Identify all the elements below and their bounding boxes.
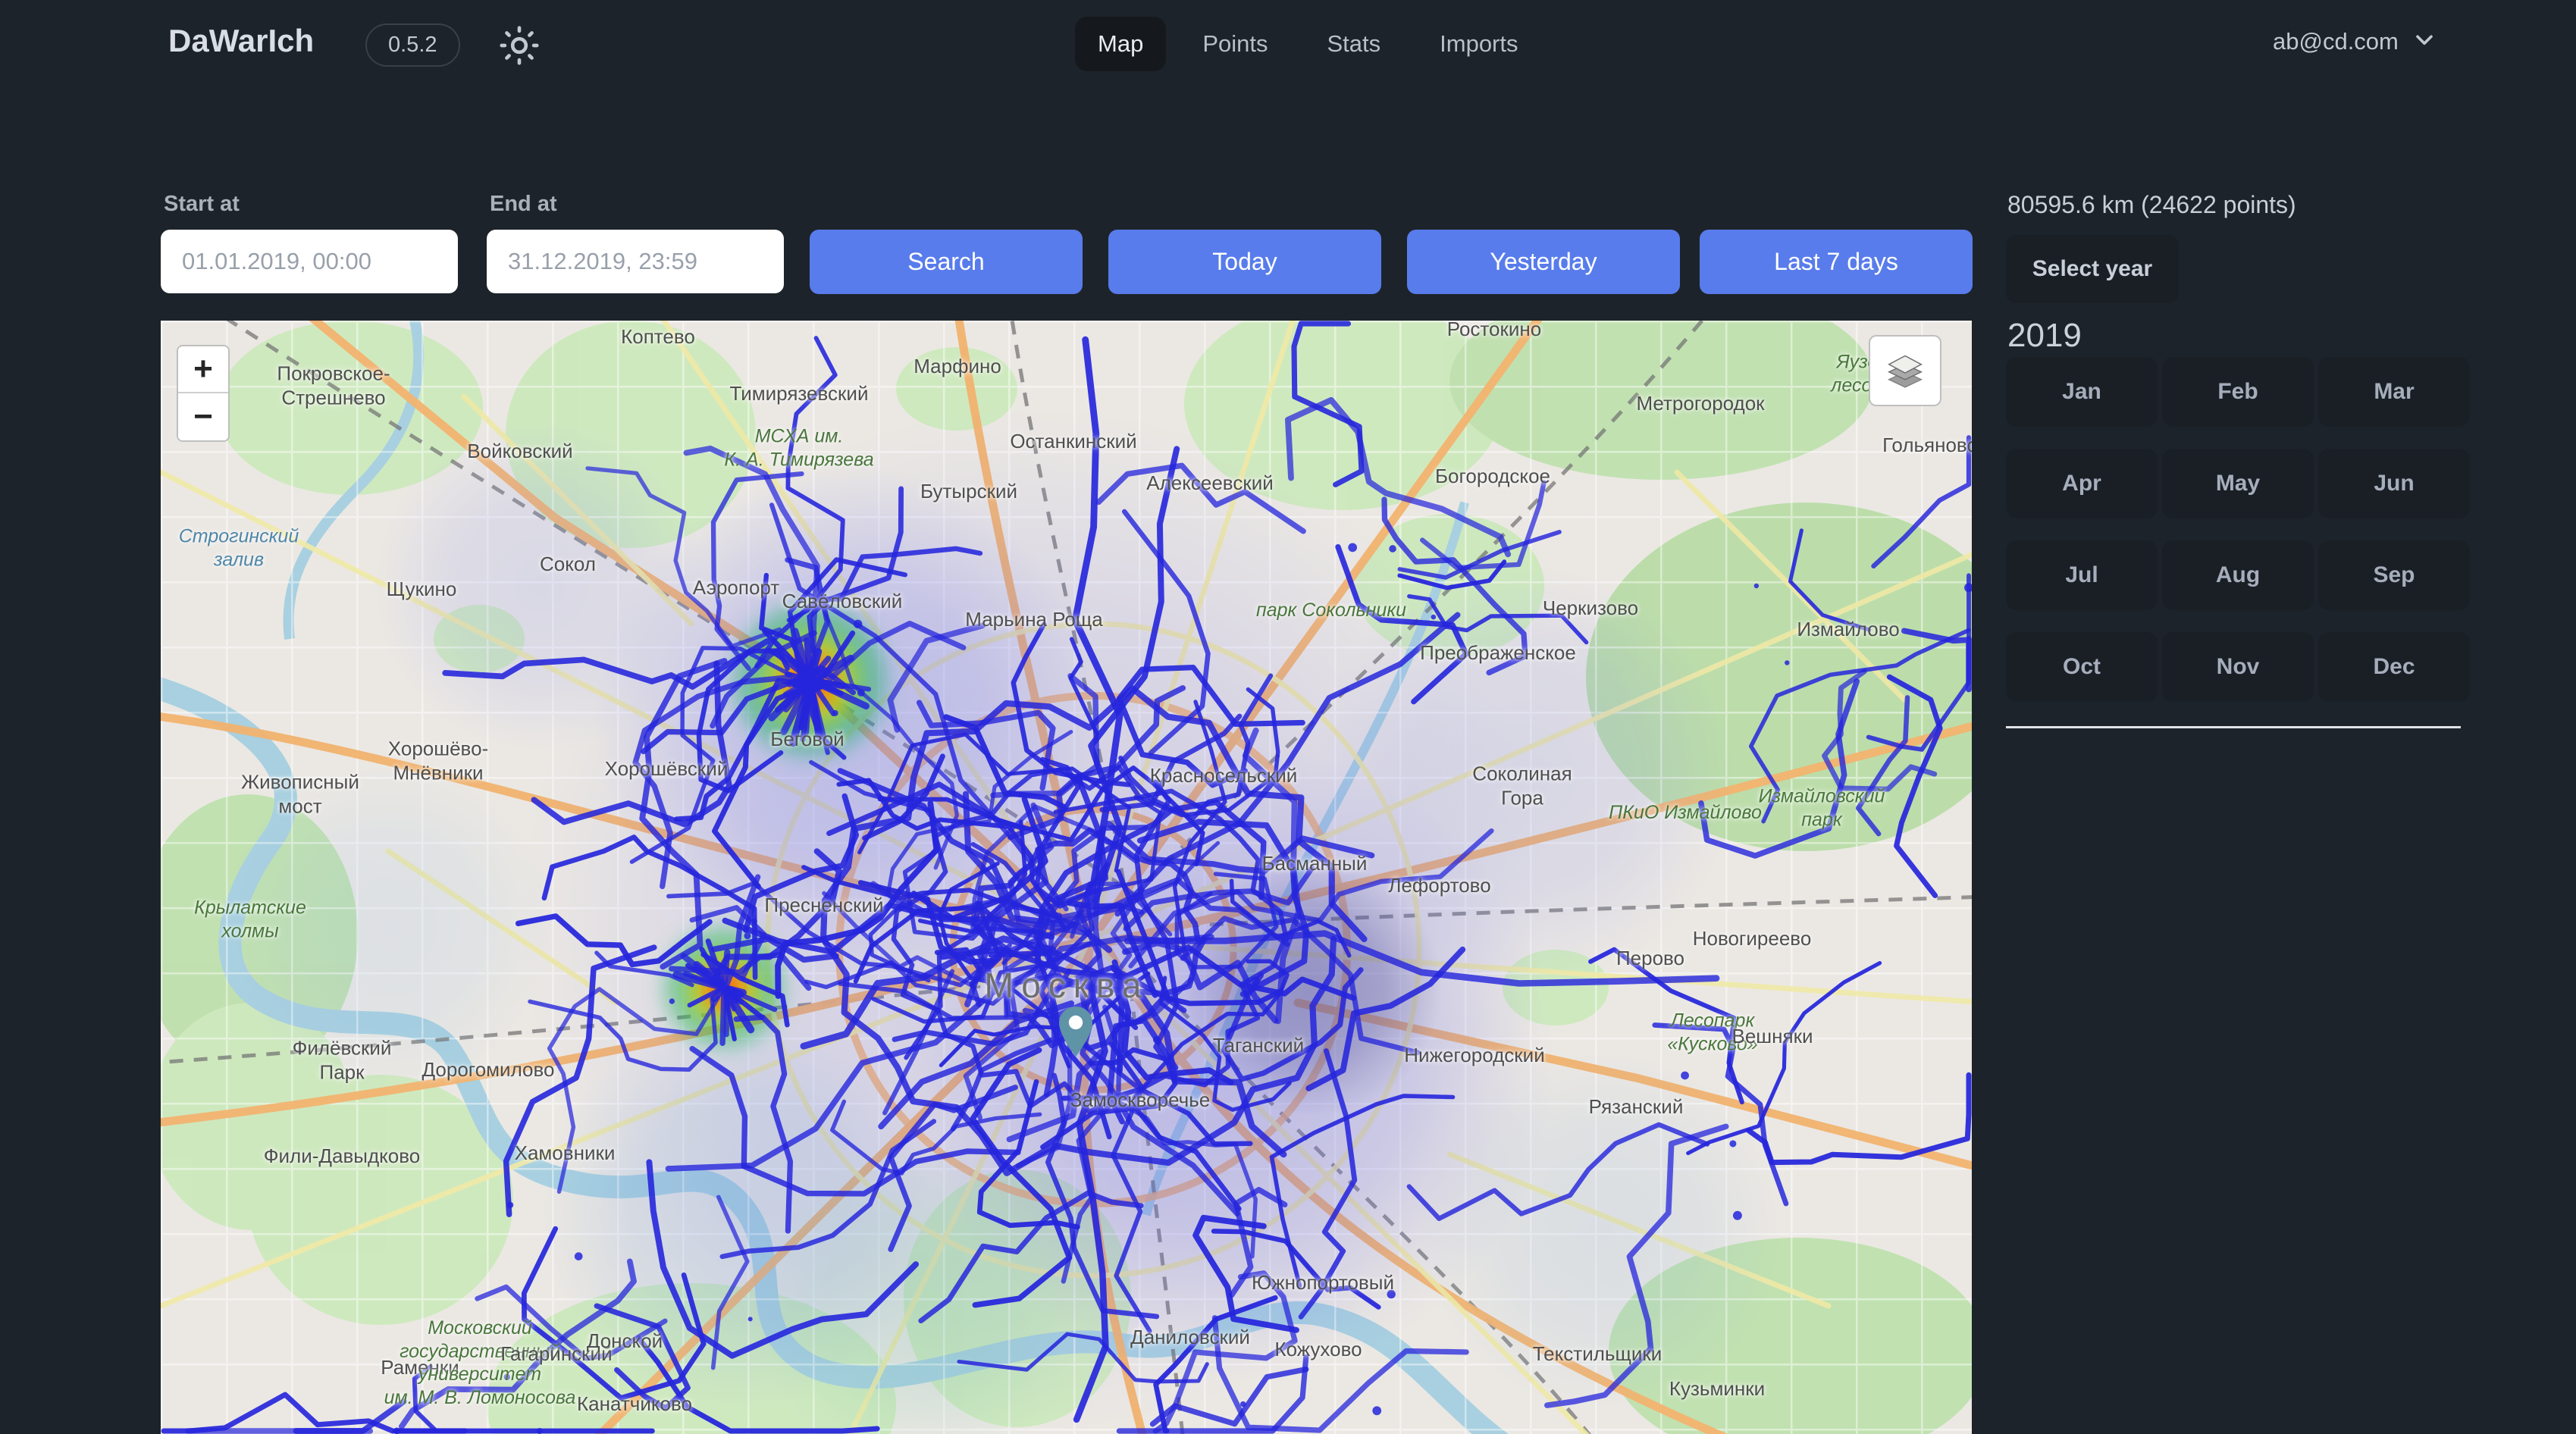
version-badge: 0.5.2: [365, 23, 460, 67]
month-button-may[interactable]: May: [2162, 449, 2314, 518]
zoom-out-button[interactable]: −: [178, 393, 228, 440]
map-container[interactable]: Покровское- СтрешневоКоптевоТимирязевски…: [161, 321, 1972, 1434]
yesterday-button[interactable]: Yesterday: [1407, 230, 1680, 294]
search-button[interactable]: Search: [810, 230, 1083, 294]
month-button-jan[interactable]: Jan: [2006, 357, 2158, 427]
month-button-jun[interactable]: Jun: [2318, 449, 2470, 518]
tab-map[interactable]: Map: [1075, 17, 1166, 71]
tab-stats[interactable]: Stats: [1304, 17, 1403, 71]
tab-imports[interactable]: Imports: [1417, 17, 1540, 71]
month-button-sep[interactable]: Sep: [2318, 540, 2470, 610]
dawarich-app: DaWarIch 0.5.2 Map Points Stats Imports …: [0, 0, 2576, 1434]
user-email: ab@cd.com: [2273, 28, 2399, 55]
month-button-feb[interactable]: Feb: [2162, 357, 2314, 427]
month-grid: Jan Feb Mar Apr May Jun Jul Aug Sep Oct …: [2006, 357, 2470, 702]
app-logo[interactable]: DaWarIch: [168, 23, 314, 59]
app-header: DaWarIch 0.5.2 Map Points Stats Imports …: [0, 0, 2576, 92]
user-menu[interactable]: ab@cd.com: [2273, 26, 2438, 57]
start-date-input[interactable]: [161, 230, 458, 293]
year-heading: 2019: [2007, 317, 2082, 355]
zoom-in-button[interactable]: +: [178, 346, 228, 393]
month-button-dec[interactable]: Dec: [2318, 632, 2470, 702]
map-layers-control[interactable]: [1869, 335, 1941, 406]
map-canvas: [161, 321, 1972, 1434]
end-date-input[interactable]: [487, 230, 784, 293]
month-button-nov[interactable]: Nov: [2162, 632, 2314, 702]
month-button-mar[interactable]: Mar: [2318, 357, 2470, 427]
month-button-jul[interactable]: Jul: [2006, 540, 2158, 610]
map-marker-pin[interactable]: [1057, 1005, 1095, 1062]
month-button-apr[interactable]: Apr: [2006, 449, 2158, 518]
theme-toggle-button[interactable]: [491, 21, 541, 71]
main-nav: Map Points Stats Imports: [1075, 17, 1541, 71]
end-at-label: End at: [490, 192, 557, 217]
select-year-button[interactable]: Select year: [2006, 235, 2179, 303]
last7days-button[interactable]: Last 7 days: [1700, 230, 1973, 294]
layers-icon: [1882, 346, 1928, 396]
sun-icon: [496, 60, 543, 71]
chevron-down-icon: [2411, 26, 2438, 57]
month-button-oct[interactable]: Oct: [2006, 632, 2158, 702]
sidebar-divider: [2006, 726, 2461, 728]
tab-points[interactable]: Points: [1180, 17, 1290, 71]
month-button-aug[interactable]: Aug: [2162, 540, 2314, 610]
distance-stats: 80595.6 km (24622 points): [2007, 191, 2296, 219]
map-zoom-control: + −: [177, 345, 230, 442]
start-at-label: Start at: [164, 192, 240, 217]
today-button[interactable]: Today: [1108, 230, 1381, 294]
